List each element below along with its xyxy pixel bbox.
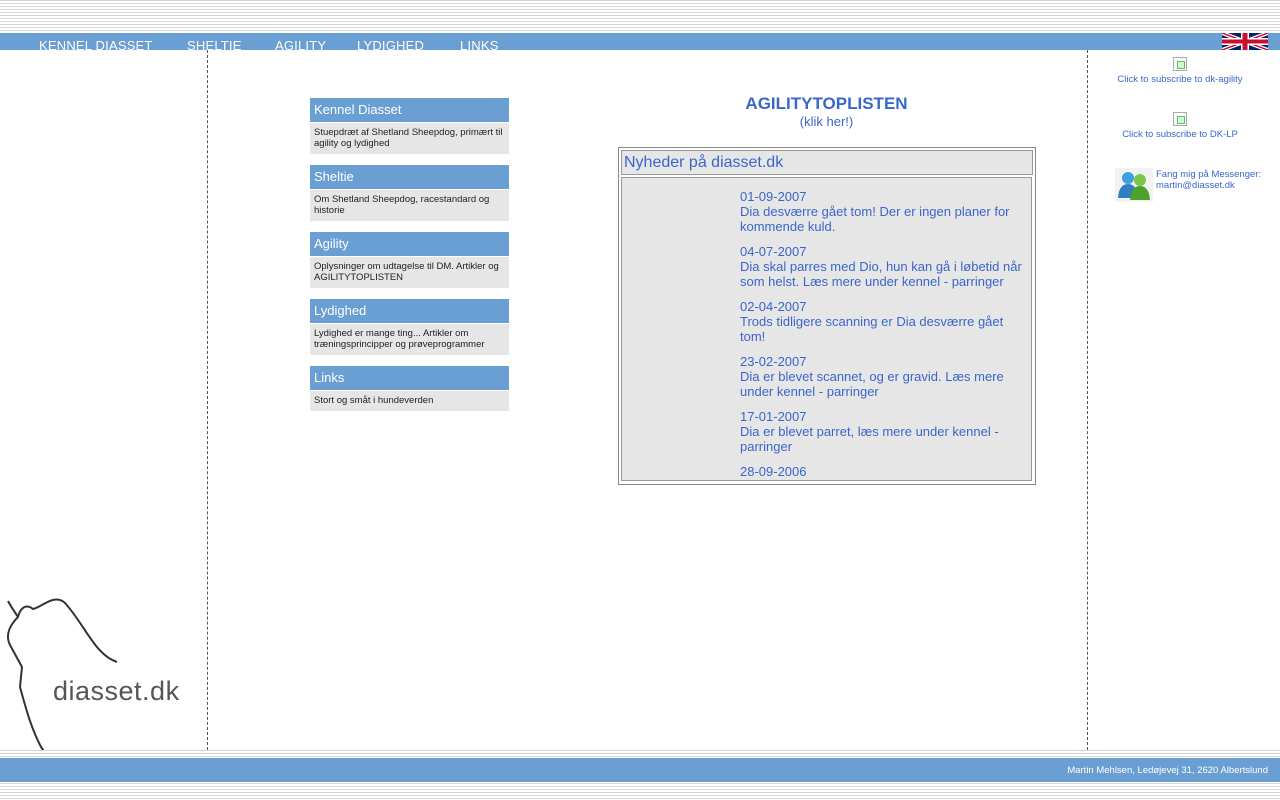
news-date: 17-01-2007 [740,409,807,424]
menu-title-agility[interactable]: Agility [310,232,509,256]
footer-stripe-top [0,750,1280,758]
footer-stripe-bottom [0,783,1280,800]
menu-box-kennel-diasset: Kennel Diasset Stuepdræt af Shetland She… [310,98,509,154]
subscribe-lp-block[interactable]: Click to subscribe to DK-LP [1100,112,1260,140]
menu-desc-links: Stort og småt i hundeverden [310,391,509,411]
news-text: Dia skal parres med Dio, hun kan gå i lø… [740,259,1022,289]
news-date: 02-04-2007 [740,299,807,314]
nav-item-lydighed[interactable]: LYDIGHED [357,39,424,51]
news-date: 28-09-2006 [740,464,807,479]
subscribe-lp-link[interactable]: Click to subscribe to DK-LP [1122,129,1238,140]
news-item: 01-09-2007 Dia desværre gået tom! Der er… [740,189,1026,234]
nav-item-links[interactable]: LINKS [460,39,499,51]
menu-desc-agility: Oplysninger om udtagelse til DM. Artikle… [310,257,509,288]
menu-title-lydighed[interactable]: Lydighed [310,299,509,323]
left-column-divider [207,50,208,750]
logo-text: diasset.dk [53,676,180,706]
menu-desc-lydighed: Lydighed er mange ting... Artikler om tr… [310,324,509,355]
news-text: Dia er blevet scannet, og er gravid. Læs… [740,369,1004,399]
broken-image-icon[interactable] [1173,112,1187,126]
messenger-buddies-icon[interactable] [1115,168,1153,202]
menu-title-sheltie[interactable]: Sheltie [310,165,509,189]
footer-address: Martin Mehlsen, Ledøjevej 31, 2620 Alber… [1067,765,1268,776]
news-text: Trods tidligere scanning er Dia desværre… [740,314,1004,344]
main-nav-bar: KENNEL DIASSET SHELTIE AGILITY LYDIGHED … [0,33,1280,50]
nav-item-agility[interactable]: AGILITY [275,39,326,51]
news-item: 04-07-2007 Dia skal parres med Dio, hun … [740,244,1026,289]
news-text: Dia er blevet parret, læs mere under ken… [740,424,999,454]
news-item: 17-01-2007 Dia er blevet parret, læs mer… [740,409,1026,454]
news-date: 04-07-2007 [740,244,807,259]
messenger-contact-link[interactable]: Fang mig på Messenger: martin@diasset.dk [1156,169,1266,191]
footer-bar: Martin Mehlsen, Ledøjevej 31, 2620 Alber… [0,758,1280,782]
menu-box-links: Links Stort og småt i hundeverden [310,366,509,411]
menu-title-kennel-diasset[interactable]: Kennel Diasset [310,98,509,122]
agility-toplist-link[interactable]: (klik her!) [690,114,963,129]
menu-title-links[interactable]: Links [310,366,509,390]
subscribe-agility-link[interactable]: Click to subscribe to dk-agility [1117,74,1242,85]
news-panel: Nyheder på diasset.dk 01-09-2007 Dia des… [618,147,1036,485]
news-item: 23-02-2007 Dia er blevet scannet, og er … [740,354,1026,399]
agility-toplist-title: AGILITYTOPLISTEN [745,94,908,113]
news-header: Nyheder på diasset.dk [621,150,1033,175]
nav-item-sheltie[interactable]: SHELTIE [187,39,242,51]
top-stripe-band [0,0,1280,33]
news-item: 28-09-2006 [740,464,1026,479]
news-item: 02-04-2007 Trods tidligere scanning er D… [740,299,1026,344]
menu-box-sheltie: Sheltie Om Shetland Sheepdog, racestanda… [310,165,509,221]
news-date: 01-09-2007 [740,189,807,204]
nav-item-kennel-diasset[interactable]: KENNEL DIASSET [39,39,153,51]
right-column-divider [1087,50,1088,750]
news-date: 23-02-2007 [740,354,807,369]
menu-box-agility: Agility Oplysninger om udtagelse til DM.… [310,232,509,288]
menu-desc-kennel-diasset: Stuepdræt af Shetland Sheepdog, primært … [310,123,509,154]
subscribe-agility-block[interactable]: Click to subscribe to dk-agility [1100,57,1260,85]
menu-desc-sheltie: Om Shetland Sheepdog, racestandard og hi… [310,190,509,221]
menu-box-lydighed: Lydighed Lydighed er mange ting... Artik… [310,299,509,355]
broken-image-icon[interactable] [1173,57,1187,71]
news-text: Dia desværre gået tom! Der er ingen plan… [740,204,1010,234]
news-body: 01-09-2007 Dia desværre gået tom! Der er… [621,177,1032,481]
uk-flag-icon[interactable] [1222,33,1268,50]
